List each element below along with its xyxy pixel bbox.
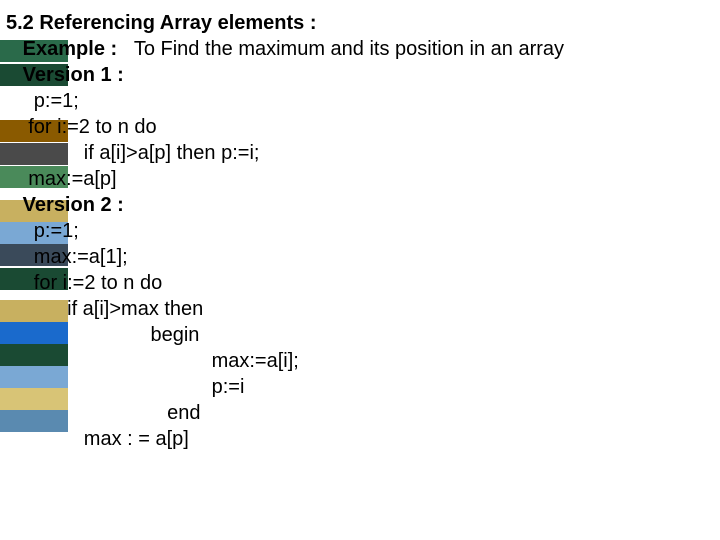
code-line: for i:=2 to n do xyxy=(6,270,710,296)
code-line: max:=a[i]; xyxy=(6,348,710,374)
code-line: if a[i]>max then xyxy=(6,296,710,322)
example-label: Example : xyxy=(6,38,134,60)
code-line: p:=1; xyxy=(6,218,710,244)
code-line: end xyxy=(6,400,710,426)
example-line: Example : To Find the maximum and its po… xyxy=(6,36,710,62)
example-text: To Find the maximum and its position in … xyxy=(134,38,564,60)
code-line: max:=a[1]; xyxy=(6,244,710,270)
version2-label: Version 2 : xyxy=(6,192,710,218)
code-line: max:=a[p] xyxy=(6,166,710,192)
code-line: p:=1; xyxy=(6,88,710,114)
code-line: p:=i xyxy=(6,374,710,400)
code-line: max : = a[p] xyxy=(6,426,710,452)
version1-label: Version 1 : xyxy=(6,62,710,88)
slide-content: 5.2 Referencing Array elements : Example… xyxy=(6,10,710,452)
code-line: begin xyxy=(6,322,710,348)
code-line: if a[i]>a[p] then p:=i; xyxy=(6,140,710,166)
section-heading: 5.2 Referencing Array elements : xyxy=(6,10,710,36)
code-line: for i:=2 to n do xyxy=(6,114,710,140)
